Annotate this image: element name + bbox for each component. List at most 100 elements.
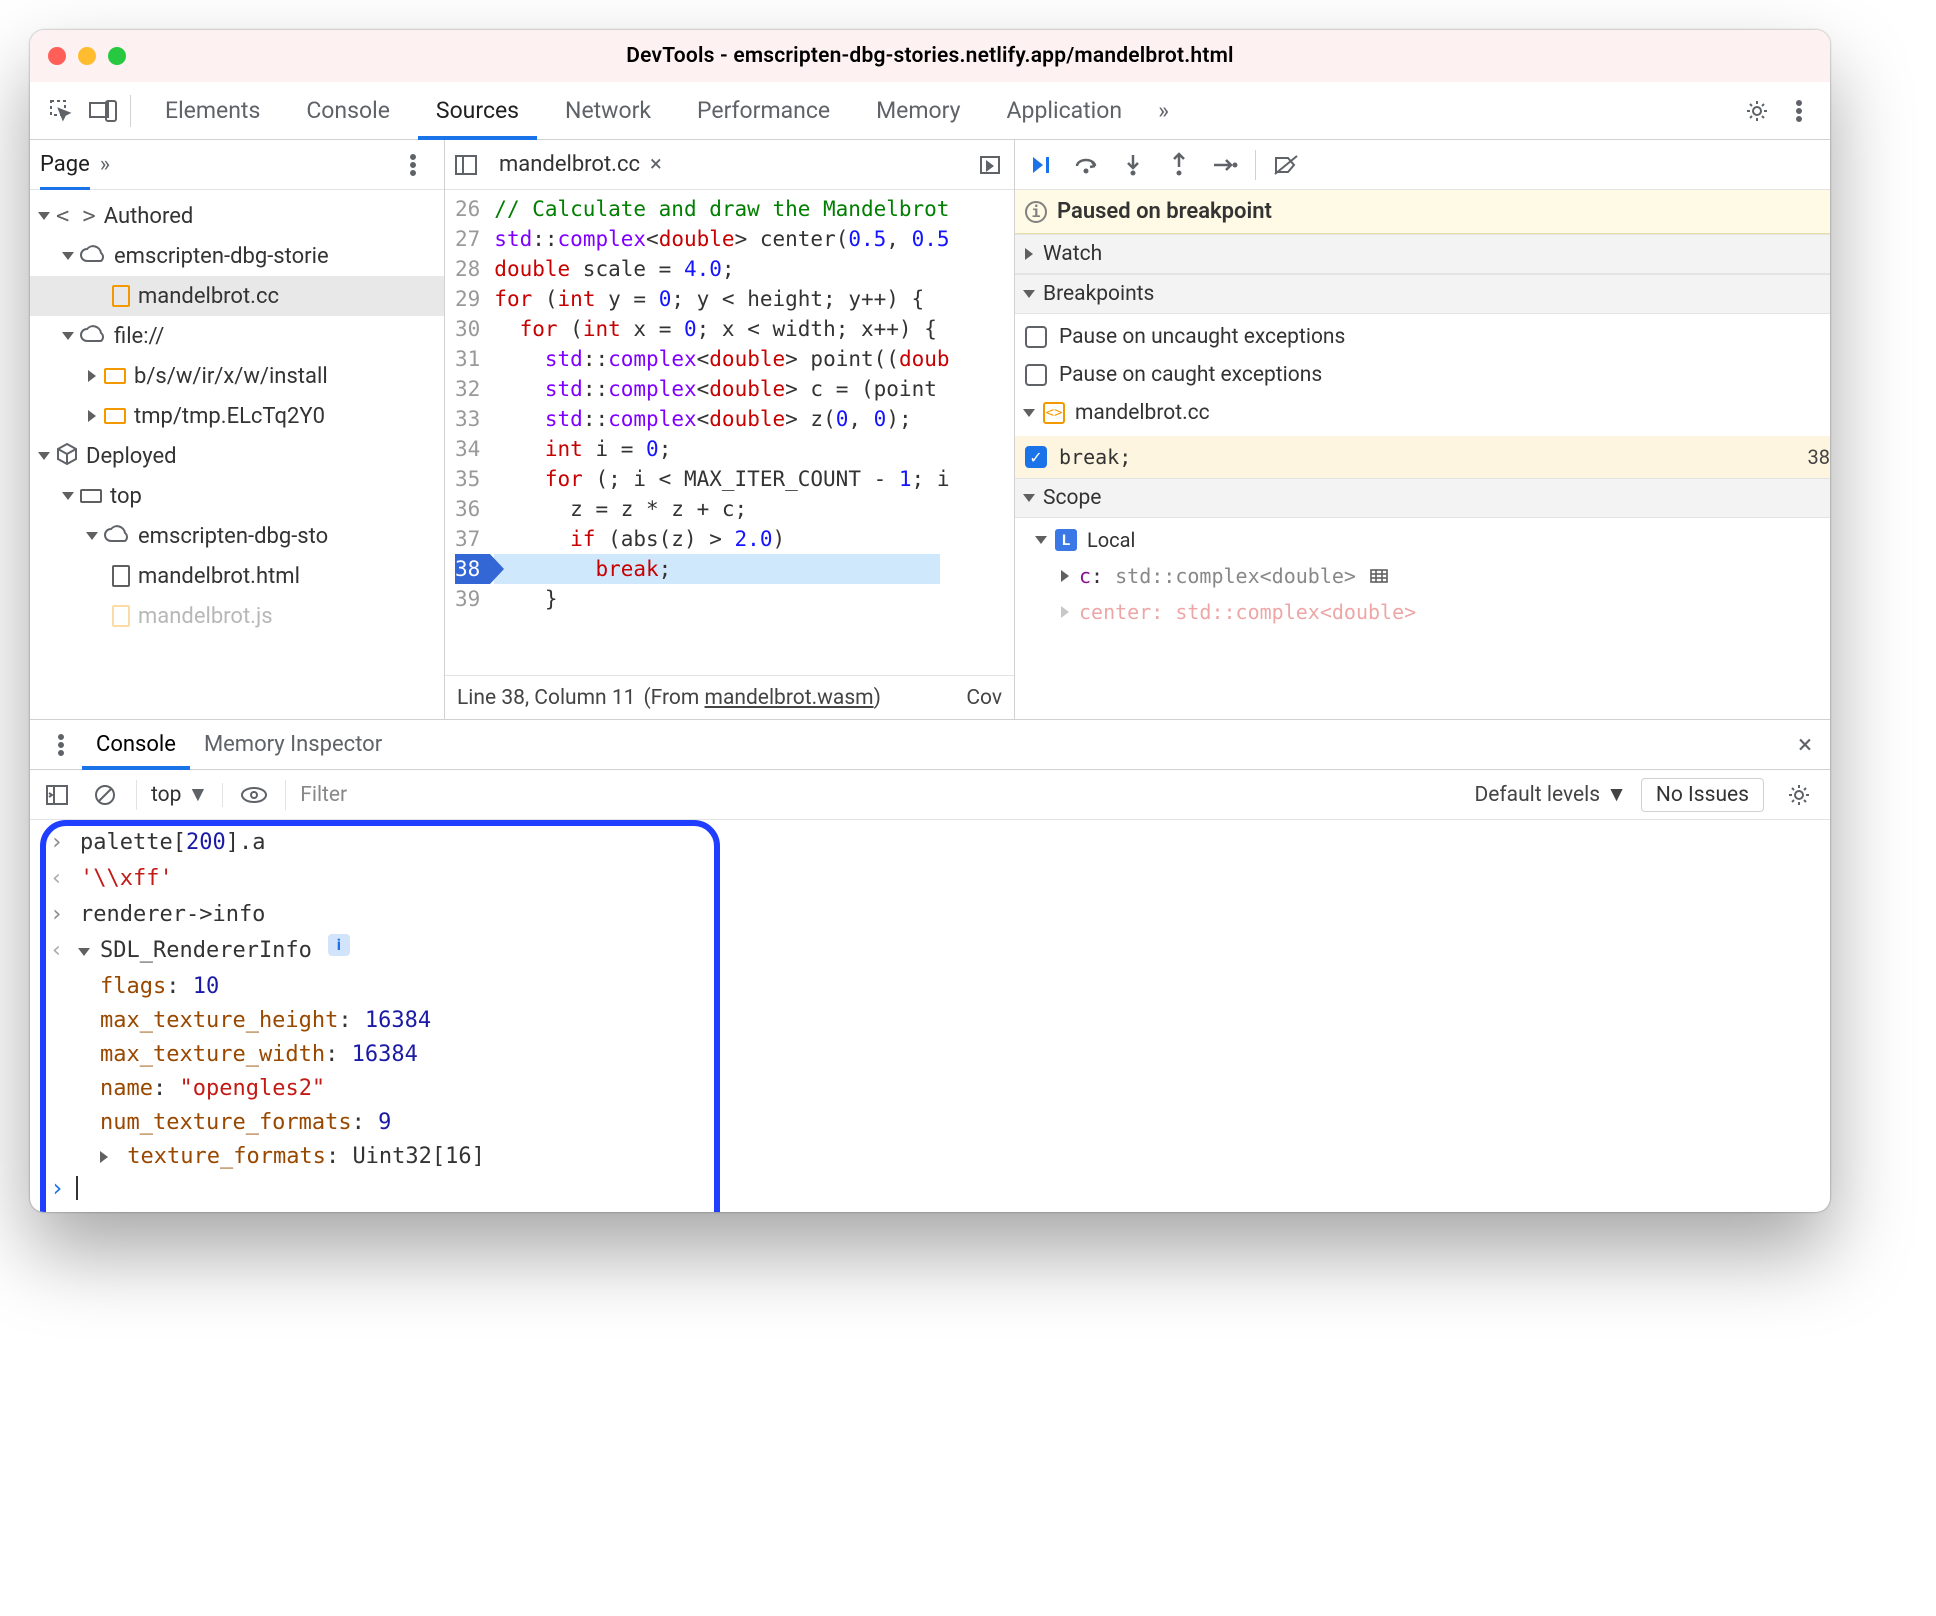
tree-node-top[interactable]: top (30, 476, 444, 516)
pause-caught-row[interactable]: Pause on caught exceptions (1025, 356, 1820, 394)
tab-console[interactable]: Console (288, 82, 408, 140)
chevron-right-icon[interactable] (100, 1151, 108, 1163)
coverage-label[interactable]: Cov (966, 686, 1002, 710)
drawer-close-icon[interactable]: × (1790, 730, 1820, 760)
info-badge-icon[interactable]: i (328, 934, 350, 956)
pause-banner: i Paused on breakpoint (1015, 190, 1830, 234)
tab-application[interactable]: Application (989, 82, 1141, 140)
debugger-pane: i Paused on breakpoint Watch Breakpoints… (1015, 140, 1830, 719)
tree-folder-1[interactable]: b/s/w/ir/x/w/install (30, 356, 444, 396)
source-map-link[interactable]: mandelbrot.wasm (705, 686, 874, 710)
tree-file-mandelbrot-cc[interactable]: mandelbrot.cc (30, 276, 444, 316)
resume-icon[interactable] (1025, 149, 1057, 181)
tree-group-authored[interactable]: < > Authored (30, 196, 444, 236)
inspect-icon[interactable] (44, 94, 78, 128)
section-scope[interactable]: Scope (1015, 478, 1830, 518)
tree-node-file-scheme[interactable]: file:// (30, 316, 444, 356)
checkbox[interactable] (1025, 326, 1047, 348)
device-toolbar-icon[interactable] (86, 94, 120, 128)
object-property[interactable]: flags: 10 (100, 970, 1830, 1004)
console-input-line: › renderer->info (30, 898, 1830, 934)
close-tab-icon[interactable]: × (650, 152, 662, 177)
object-property[interactable]: num_texture_formats: 9 (100, 1106, 1830, 1140)
log-levels-select[interactable]: Default levels▼ (1474, 783, 1626, 807)
section-breakpoints[interactable]: Breakpoints (1015, 274, 1830, 314)
drawer-tab-memory-inspector[interactable]: Memory Inspector (190, 720, 396, 770)
sources-panel: Page » < > Authored emscri (30, 140, 1830, 720)
navigator: Page » < > Authored emscri (30, 140, 445, 719)
more-icon[interactable] (1782, 94, 1816, 128)
label: Pause on caught exceptions (1059, 363, 1322, 387)
folder-icon (104, 408, 126, 424)
navigator-tab-page[interactable]: Page (40, 152, 90, 190)
gutter[interactable]: 262728 293031 323334 353637 3839 (445, 190, 490, 675)
console-prompt[interactable]: › (30, 1174, 1830, 1202)
step-icon[interactable] (1209, 149, 1241, 181)
tree-node-site[interactable]: emscripten-dbg-storie (30, 236, 444, 276)
checkbox-checked[interactable]: ✓ (1025, 446, 1047, 468)
folder-label: b/s/w/ir/x/w/install (134, 364, 328, 389)
chevron-down-icon (1023, 290, 1035, 298)
breakpoint-entry[interactable]: ✓ break; 38 (1015, 436, 1830, 478)
file-tree[interactable]: < > Authored emscripten-dbg-storie mande… (30, 190, 444, 642)
tree-file-js[interactable]: mandelbrot.js (30, 596, 444, 636)
separator (285, 780, 286, 810)
local-badge-icon: L (1055, 529, 1077, 551)
toggle-debugger-icon[interactable] (980, 156, 1000, 174)
debugger-toolbar (1015, 140, 1830, 190)
tree-group-deployed[interactable]: Deployed (30, 436, 444, 476)
prompt-in-icon: › (50, 826, 68, 860)
console-output-line[interactable]: ‹ SDL_RendererInfo i (30, 934, 1830, 970)
tree-node-deployed-site[interactable]: emscripten-dbg-sto (30, 516, 444, 556)
memory-icon[interactable] (1370, 564, 1388, 588)
tab-memory[interactable]: Memory (858, 82, 978, 140)
chevron-down-icon (38, 212, 50, 220)
drawer-more-icon[interactable] (44, 728, 78, 762)
chevron-right-icon (1025, 248, 1033, 260)
navigator-more-icon[interactable] (396, 148, 430, 182)
settings-icon[interactable] (1740, 94, 1774, 128)
drawer-tab-console[interactable]: Console (82, 720, 190, 770)
filter-input[interactable]: Filter (300, 783, 1460, 807)
group-label: Authored (104, 204, 194, 229)
editor-tab[interactable]: mandelbrot.cc × (487, 140, 674, 190)
code-area[interactable]: 262728 293031 323334 353637 3839 // Calc… (445, 190, 1014, 675)
prompt-in-icon: › (50, 898, 68, 932)
navigator-overflow[interactable]: » (100, 152, 110, 177)
console-body[interactable]: › palette[200].a ‹ '\\xff' › renderer->i… (30, 820, 1830, 1212)
tabs-overflow[interactable]: » (1150, 82, 1177, 140)
section-watch[interactable]: Watch (1015, 234, 1830, 274)
deactivate-breakpoints-icon[interactable] (1270, 149, 1302, 181)
console-input-line: › palette[200].a (30, 826, 1830, 862)
object-property[interactable]: texture_formats: Uint32[16] (100, 1140, 1830, 1174)
tab-network[interactable]: Network (547, 82, 669, 140)
scope-variable[interactable]: c: std::complex<double> (1025, 558, 1820, 594)
file-label: mandelbrot.cc (1075, 401, 1210, 425)
step-into-icon[interactable] (1117, 149, 1149, 181)
tree-file-html[interactable]: mandelbrot.html (30, 556, 444, 596)
checkbox[interactable] (1025, 364, 1047, 386)
tab-performance[interactable]: Performance (679, 82, 848, 140)
node-label: file:// (114, 324, 164, 349)
console-settings-icon[interactable] (1782, 778, 1816, 812)
issues-button[interactable]: No Issues (1641, 778, 1764, 812)
console-sidebar-icon[interactable] (40, 778, 74, 812)
object-property[interactable]: max_texture_width: 16384 (100, 1038, 1830, 1072)
tab-sources[interactable]: Sources (418, 82, 537, 140)
clear-console-icon[interactable] (88, 778, 122, 812)
breakpoint-file[interactable]: <> mandelbrot.cc (1025, 394, 1820, 432)
console-result: '\\xff' (80, 862, 173, 896)
chevron-down-icon[interactable] (78, 948, 90, 956)
step-over-icon[interactable] (1071, 149, 1103, 181)
object-property[interactable]: max_texture_height: 16384 (100, 1004, 1830, 1038)
object-property[interactable]: name: "opengles2" (100, 1072, 1830, 1106)
pause-uncaught-row[interactable]: Pause on uncaught exceptions (1025, 318, 1820, 356)
live-expression-icon[interactable] (237, 778, 271, 812)
toggle-navigator-icon[interactable] (449, 148, 483, 182)
step-out-icon[interactable] (1163, 149, 1195, 181)
code-body[interactable]: // Calculate and draw the Mandelbrot std… (490, 190, 949, 675)
scope-local[interactable]: L Local (1025, 522, 1820, 558)
context-selector[interactable]: top ▼ (151, 783, 223, 807)
tab-elements[interactable]: Elements (147, 82, 278, 140)
tree-folder-2[interactable]: tmp/tmp.ELcTq2Y0 (30, 396, 444, 436)
